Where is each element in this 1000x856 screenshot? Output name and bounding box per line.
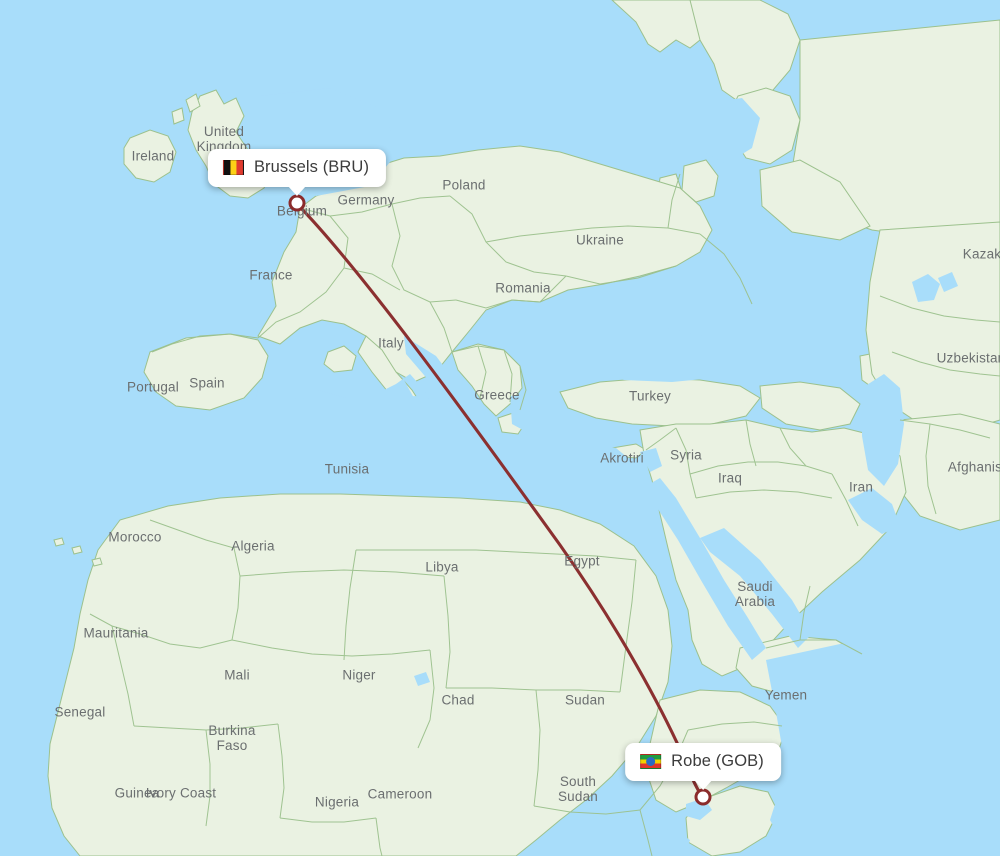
map-canvas xyxy=(0,0,1000,856)
ethiopia-flag-icon xyxy=(640,754,662,769)
tooltip-arrow-icon xyxy=(693,780,712,790)
belgium-flag-icon xyxy=(222,160,244,175)
tooltip-arrow-icon xyxy=(288,186,306,196)
airport-marker-gob[interactable] xyxy=(694,788,712,806)
airport-tooltip-label-bru: Brussels (BRU) xyxy=(253,158,370,176)
flight-route-map[interactable]: Ireland United Kingdom Belgium Germany Polan… xyxy=(0,0,1000,856)
airport-marker-bru[interactable] xyxy=(288,194,306,212)
airport-tooltip-label-gob: Robe (GOB) xyxy=(671,752,764,770)
airport-tooltip-bru[interactable]: Brussels (BRU) xyxy=(207,149,387,196)
airport-tooltip-gob[interactable]: Robe (GOB) xyxy=(625,743,781,790)
